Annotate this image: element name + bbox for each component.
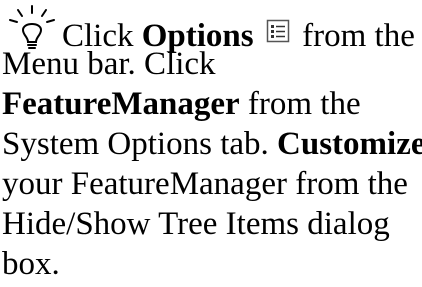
tip-line-1: Click Options from the (2, 4, 420, 54)
tip-line-6: Hide/Show Tree Items dialog (2, 206, 390, 242)
tip-bold-customize: Customize (277, 126, 422, 162)
options-icon (266, 19, 290, 43)
tip-line-4: System Options tab. Customize (2, 124, 422, 164)
tip-bold-featuremanager: FeatureManager (2, 86, 240, 122)
tip-text-line4-pre: System Options tab. (2, 126, 278, 162)
tip-paragraph: Click Options from the Menu bar. Click F… (2, 4, 422, 284)
tip-line-3: FeatureManager from the (2, 84, 420, 124)
tip-text-from-the: from the (293, 18, 415, 54)
tip-text-line3-post: from the (239, 86, 361, 122)
tip-line-7: box. (2, 246, 60, 282)
tip-line-5: your FeatureManager from the (2, 166, 408, 202)
